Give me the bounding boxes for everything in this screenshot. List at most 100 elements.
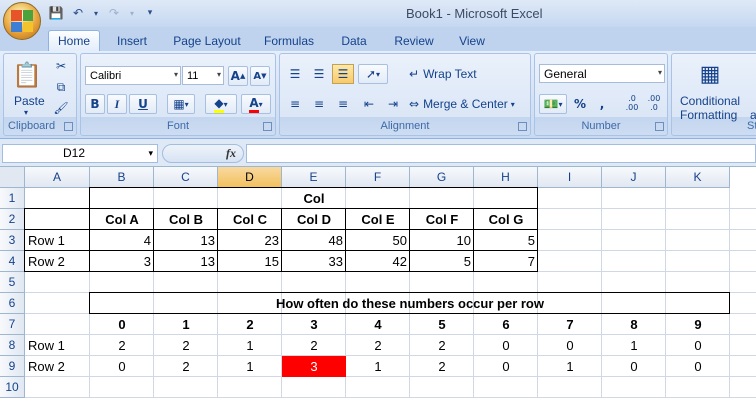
tab-review[interactable]: Review — [388, 30, 440, 51]
accounting-format-button[interactable]: 💵 ▾ — [539, 94, 567, 114]
value-cell[interactable]: 5 — [410, 251, 474, 272]
fill-color-button[interactable]: ◆ ▾ — [205, 94, 237, 114]
wrap-text-button[interactable]: ↵ Wrap Text — [408, 64, 488, 84]
column-header-b[interactable]: B — [90, 167, 154, 188]
row-header-6[interactable]: 6 — [0, 293, 25, 314]
column-header-j[interactable]: J — [602, 167, 666, 188]
grow-font-button[interactable]: A ▲ — [228, 66, 248, 86]
count-cell[interactable]: 2 — [154, 356, 218, 377]
column-heading-cell[interactable]: Col E — [346, 209, 410, 230]
bold-button[interactable]: B — [85, 94, 105, 114]
count-cell[interactable]: 0 — [666, 356, 730, 377]
number-heading-cell[interactable]: 8 — [602, 314, 666, 335]
row-header-5[interactable]: 5 — [0, 272, 25, 293]
paste-button[interactable]: Paste — [14, 94, 45, 108]
column-heading-cell[interactable]: Col A — [90, 209, 154, 230]
table1-title[interactable]: Col — [90, 188, 538, 209]
number-heading-cell[interactable]: 6 — [474, 314, 538, 335]
middle-align-icon[interactable]: ☰ — [308, 64, 330, 84]
number-heading-cell[interactable]: 0 — [90, 314, 154, 335]
count-cell[interactable]: 1 — [538, 356, 602, 377]
column-header-d[interactable]: D — [218, 167, 282, 188]
worksheet-grid[interactable]: A B C D E F G H I J K 1 2 3 4 5 6 7 8 9 10 Col Col A Col B Col C… — [0, 167, 756, 404]
font-color-button[interactable]: A ▾ — [241, 94, 271, 114]
top-align-icon[interactable]: ☰ — [284, 64, 306, 84]
number-heading-cell[interactable]: 1 — [154, 314, 218, 335]
column-header-k[interactable]: K — [666, 167, 730, 188]
italic-button[interactable]: I — [107, 94, 127, 114]
select-all-button[interactable] — [0, 167, 25, 188]
count-cell[interactable]: 2 — [410, 335, 474, 356]
value-cell[interactable]: 50 — [346, 230, 410, 251]
column-header-g[interactable]: G — [410, 167, 474, 188]
value-cell[interactable]: 48 — [282, 230, 346, 251]
tab-formulas[interactable]: Formulas — [258, 30, 320, 51]
center-icon[interactable]: ≡ — [308, 94, 330, 114]
count-cell[interactable]: 2 — [346, 335, 410, 356]
shrink-font-button[interactable]: A ▼ — [250, 66, 270, 86]
number-heading-cell[interactable]: 4 — [346, 314, 410, 335]
insert-function-button[interactable]: fx — [226, 146, 236, 161]
count-cell[interactable]: 1 — [346, 356, 410, 377]
row-label-cell[interactable]: Row 2 — [25, 356, 90, 377]
office-button[interactable] — [3, 2, 41, 40]
format-painter-icon[interactable]: 🖌 — [52, 99, 70, 117]
count-cell[interactable]: 0 — [602, 356, 666, 377]
conditional-formatting-label1[interactable]: Conditional — [680, 94, 740, 108]
count-cell[interactable]: 0 — [90, 356, 154, 377]
value-cell[interactable]: 13 — [154, 230, 218, 251]
font-name-select[interactable]: Calibri ▾ — [85, 66, 181, 85]
value-cell[interactable]: 42 — [346, 251, 410, 272]
tab-data[interactable]: Data — [334, 30, 374, 51]
underline-button[interactable]: U — [129, 94, 157, 114]
borders-button[interactable]: ▦ ▾ — [167, 94, 195, 114]
tab-insert[interactable]: Insert — [108, 30, 156, 51]
decrease-decimal-button[interactable]: .00 .0 — [643, 90, 665, 116]
column-header-a[interactable]: A — [25, 167, 90, 188]
column-heading-cell[interactable]: Col C — [218, 209, 282, 230]
decrease-indent-icon[interactable]: ⇤ — [358, 94, 380, 114]
orientation-button[interactable]: ➚ ▾ — [358, 64, 388, 84]
column-heading-cell[interactable]: Col D — [282, 209, 346, 230]
count-cell[interactable]: 0 — [474, 356, 538, 377]
copy-icon[interactable]: ⧉ — [52, 78, 70, 96]
value-cell[interactable]: 10 — [410, 230, 474, 251]
number-heading-cell[interactable]: 3 — [282, 314, 346, 335]
clipboard-launcher-icon[interactable] — [64, 122, 73, 131]
value-cell[interactable]: 13 — [154, 251, 218, 272]
formula-input[interactable] — [246, 144, 756, 163]
row-header-10[interactable]: 10 — [0, 377, 25, 398]
count-cell[interactable]: 0 — [538, 335, 602, 356]
row-header-2[interactable]: 2 — [0, 209, 25, 230]
column-heading-cell[interactable]: Col B — [154, 209, 218, 230]
row-header-8[interactable]: 8 — [0, 335, 25, 356]
tab-view[interactable]: View — [450, 30, 494, 51]
merge-center-button[interactable]: ⇔ Merge & Center ▾ — [408, 94, 528, 114]
row-header-7[interactable]: 7 — [0, 314, 25, 335]
name-box[interactable]: D12 ▾ — [2, 144, 158, 163]
number-heading-cell[interactable]: 9 — [666, 314, 730, 335]
bottom-align-icon[interactable]: ☰ — [332, 64, 354, 84]
column-heading-cell[interactable]: Col G — [474, 209, 538, 230]
number-format-select[interactable]: General ▾ — [539, 64, 665, 83]
value-cell[interactable]: 7 — [474, 251, 538, 272]
count-cell[interactable]: 2 — [90, 335, 154, 356]
row-label-cell[interactable]: Row 1 — [25, 335, 90, 356]
number-heading-cell[interactable]: 5 — [410, 314, 474, 335]
count-cell[interactable]: 2 — [410, 356, 474, 377]
row-header-1[interactable]: 1 — [0, 188, 25, 209]
number-launcher-icon[interactable] — [655, 122, 664, 131]
table2-title[interactable]: How often do these numbers occur per row — [90, 293, 730, 314]
count-cell[interactable]: 1 — [218, 356, 282, 377]
count-cell[interactable]: 0 — [474, 335, 538, 356]
row-header-3[interactable]: 3 — [0, 230, 25, 251]
value-cell[interactable]: 23 — [218, 230, 282, 251]
count-cell[interactable]: 2 — [282, 335, 346, 356]
value-cell[interactable]: 4 — [90, 230, 154, 251]
font-launcher-icon[interactable] — [263, 122, 272, 131]
value-cell[interactable]: 33 — [282, 251, 346, 272]
value-cell[interactable]: 5 — [474, 230, 538, 251]
font-size-select[interactable]: 11 ▾ — [182, 66, 224, 85]
column-header-i[interactable]: I — [538, 167, 602, 188]
column-header-h[interactable]: H — [474, 167, 538, 188]
